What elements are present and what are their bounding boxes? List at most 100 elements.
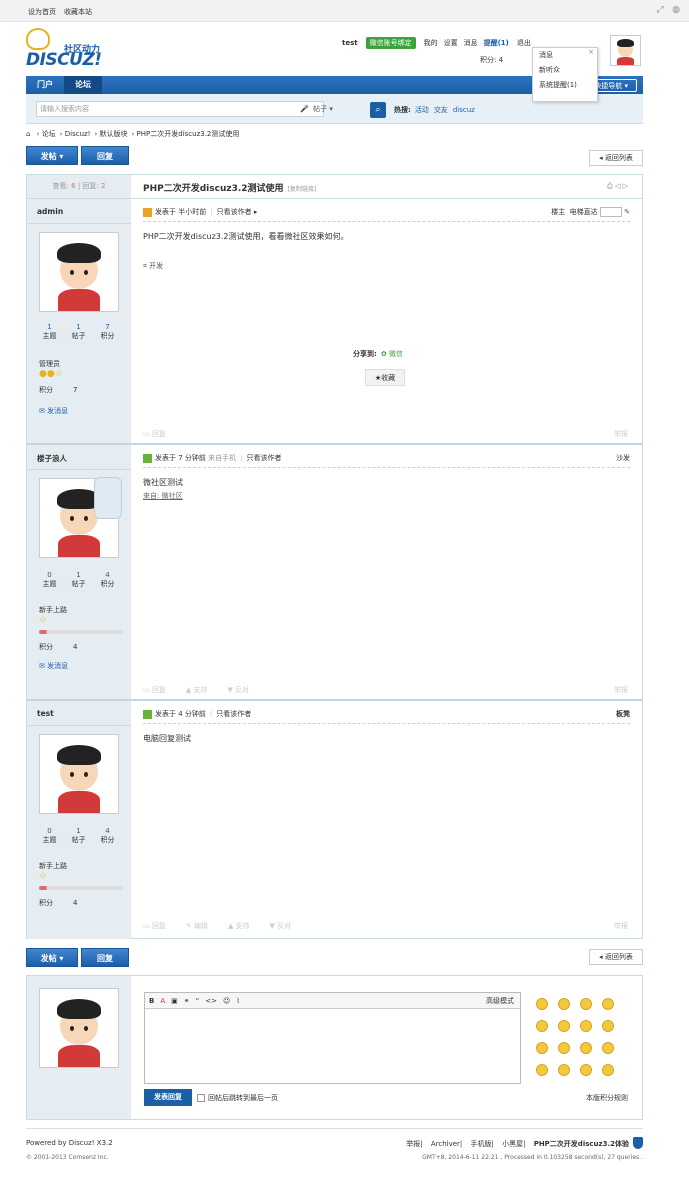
nav-tab-forum[interactable]: 论坛	[64, 76, 102, 94]
dropdown-item-followers[interactable]: 新听众	[533, 63, 597, 78]
mine-menu[interactable]: 我的	[424, 39, 438, 47]
report-link[interactable]: 举报	[614, 685, 628, 695]
print-icon[interactable]: ⎙ ◁ ▷	[607, 182, 628, 191]
user-group: 新手上路	[39, 606, 67, 614]
messages-link[interactable]: 消息	[464, 39, 478, 47]
search-button[interactable]: ⌕	[370, 102, 386, 118]
back-to-list-button-bottom[interactable]: ◂ 返回列表	[589, 949, 643, 965]
wechat-share-button[interactable]: ✿ 微信	[381, 350, 403, 358]
logout-link[interactable]: 退出	[517, 39, 531, 47]
remind-dropdown: × 消息 新听众 系统提醒(1)	[532, 47, 598, 102]
reply-button-bottom[interactable]: 回复	[81, 948, 129, 967]
thread-stats: 查看: 6 | 回复: 2	[27, 175, 131, 198]
smiley-panel[interactable]	[536, 998, 636, 1086]
post-button[interactable]: 发帖 ▾	[26, 146, 78, 165]
wrench-icon[interactable]: ✎	[624, 208, 630, 216]
remind-link[interactable]: 提醒(1)	[484, 39, 509, 47]
support-action[interactable]: ▲ 支持	[186, 686, 218, 694]
hot-search: 热搜: 活动 交友 discuz	[394, 106, 475, 114]
post-tag[interactable]: ⌗ 开发	[143, 261, 163, 271]
credits-menu[interactable]: 积分: 4	[480, 55, 503, 65]
wechat-bind-button[interactable]: 微信账号绑定	[365, 37, 416, 49]
post-author[interactable]: 楼子浪人	[37, 453, 67, 464]
reply-button[interactable]: 回复	[81, 146, 129, 165]
reply-action[interactable]: ▭ 回复	[143, 922, 176, 930]
skin-icon[interactable]: ◍	[671, 5, 681, 15]
only-author-link[interactable]: 只看该作者	[247, 454, 282, 462]
search-input[interactable]: 请输入搜索内容	[36, 101, 324, 117]
author-avatar[interactable]	[39, 734, 119, 814]
back-to-list-button[interactable]: ◂ 返回列表	[589, 150, 643, 166]
send-message-link[interactable]: ✉ 发消息	[39, 406, 68, 416]
quote-icon[interactable]: “	[196, 997, 200, 1005]
author-avatar[interactable]	[39, 232, 119, 312]
jump-last-page-checkbox[interactable]: 回帖后跳转到最后一页	[197, 1093, 278, 1103]
post-content: PHP二次开发discuz3.2测试使用，看看微社区效果如何。	[143, 232, 349, 241]
report-link[interactable]: 举报	[614, 429, 628, 439]
thread: 查看: 6 | 回复: 2 PHP二次开发discuz3.2测试使用 [复制链接]…	[26, 174, 643, 939]
rank-stars: ●●☆	[39, 369, 63, 379]
thread-header: 查看: 6 | 回复: 2 PHP二次开发discuz3.2测试使用 [复制链接]…	[27, 175, 642, 199]
font-color-icon[interactable]: A	[160, 997, 165, 1005]
advanced-mode-link[interactable]: 高级模式	[486, 993, 514, 1009]
thread-title: PHP二次开发discuz3.2测试使用 [复制链接]	[143, 184, 317, 194]
nav-tab-portal[interactable]: 门户	[26, 76, 64, 94]
my-avatar	[39, 988, 119, 1068]
weshequ-bird-icon[interactable]	[94, 477, 122, 519]
credit-rules-link[interactable]: 本版积分规则	[586, 1093, 628, 1103]
security-shield-icon	[633, 1137, 643, 1149]
search-type-select[interactable]: 🎤 帖子 ▾	[300, 102, 362, 117]
oppose-action[interactable]: ▼ 反对	[270, 922, 302, 930]
post-button-bottom[interactable]: 发帖 ▾	[26, 948, 78, 967]
edit-action[interactable]: ✎ 编辑	[186, 922, 218, 930]
only-author-link[interactable]: 只看该作者	[217, 208, 252, 216]
bulb-icon	[26, 28, 50, 50]
expand-icon[interactable]: ⤢	[655, 5, 665, 15]
code-icon[interactable]: <>	[205, 997, 217, 1005]
smiley-icon[interactable]: ☺	[223, 997, 230, 1005]
quick-reply: B A ▣ ⚭ “ <> ☺ ⌇ 高级模式 发表回复 回帖后跳转到最后一页 本版积分规则	[26, 975, 643, 1120]
set-home-link[interactable]: 设为首页	[28, 8, 56, 16]
rank-progress	[39, 886, 123, 890]
attach-icon[interactable]: ⌇	[236, 997, 239, 1005]
post-3: test 0 主题1 帖子4 积分 新手上路 ☆ 积分 4 发表于 4 分钟前 | 只看该作…	[27, 701, 642, 939]
close-icon[interactable]: ×	[588, 48, 594, 56]
post-1: admin 1 主题1 帖子7 积分 管理员 ●●☆ 积分 7 ✉ 发消息 发表于 半小…	[27, 199, 642, 445]
image-icon[interactable]: ▣	[171, 997, 178, 1005]
dropdown-item-system[interactable]: 系统提醒(1)	[533, 78, 597, 93]
search-icon: ⌕	[375, 105, 381, 115]
floor-jump-input[interactable]	[599, 207, 622, 217]
bold-icon[interactable]: B	[149, 997, 154, 1005]
online-icon	[143, 207, 152, 217]
top-bar: 设为首页 收藏本站 ⤢ ◍	[0, 0, 689, 22]
breadcrumb: ⌂ › 论坛 › Discuz! › 默认版块 › PHP二次开发discuz3.2测…	[26, 130, 240, 138]
rank-stars: ☆	[39, 615, 48, 625]
reply-editor[interactable]: B A ▣ ⚭ “ <> ☺ ⌇ 高级模式	[144, 992, 521, 1084]
reply-action[interactable]: ▭ 回复	[143, 430, 176, 438]
support-action[interactable]: ▲ 支持	[228, 922, 260, 930]
user-bar: test 微信账号绑定 我的 设置 消息 提醒(1) 退出	[342, 37, 537, 49]
rank-stars: ☆	[39, 871, 48, 881]
user-avatar[interactable]	[610, 35, 641, 66]
post-content: 微社区测试	[143, 478, 183, 487]
submit-reply-button[interactable]: 发表回复	[144, 1089, 192, 1106]
source-link[interactable]: 来自: 微社区	[143, 491, 183, 501]
post-author[interactable]: admin	[37, 207, 63, 216]
settings-link[interactable]: 设置	[444, 39, 458, 47]
site-logo[interactable]: 社区动力 DISCUZ!	[26, 28, 116, 70]
oppose-action[interactable]: ▼ 反对	[227, 686, 259, 694]
reply-action[interactable]: ▭ 回复	[143, 686, 176, 694]
send-message-link[interactable]: ✉ 发消息	[39, 661, 68, 671]
username-link[interactable]: test	[342, 39, 358, 47]
post-author[interactable]: test	[37, 709, 54, 718]
link-icon[interactable]: ⚭	[184, 997, 190, 1005]
online-icon	[143, 453, 152, 463]
copy-link[interactable]: [复制链接]	[288, 186, 317, 193]
home-icon[interactable]: ⌂	[26, 130, 30, 138]
user-group: 管理员	[39, 360, 60, 368]
favorite-button[interactable]: ★收藏	[365, 369, 405, 386]
only-author-link[interactable]: 只看该作者	[216, 710, 251, 718]
report-link[interactable]: 举报	[614, 921, 628, 931]
rank-progress	[39, 630, 123, 634]
favorite-link[interactable]: 收藏本站	[64, 8, 92, 16]
